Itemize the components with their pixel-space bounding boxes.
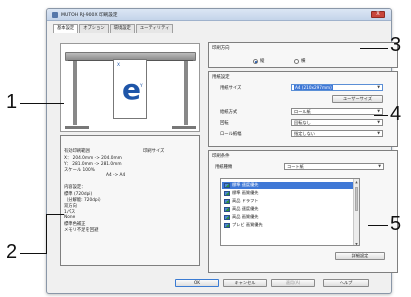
- callout-number-5: 5: [390, 213, 402, 235]
- callout-leader-3: [360, 48, 388, 49]
- help-button[interactable]: ヘルプ: [323, 279, 369, 287]
- callout-leader-2-top: [46, 214, 64, 215]
- chevron-down-icon: ▼: [377, 109, 380, 113]
- media-type-label: 用紙種類: [215, 165, 233, 170]
- list-item[interactable]: 高品 速度優先: [222, 206, 354, 213]
- printer-settings-window: MUTOH RJ-900X 印刷設定 X 基本設定 オプション 環境設定 ユーテ…: [46, 8, 398, 294]
- scroll-up-icon[interactable]: ▲: [354, 179, 359, 185]
- list-item[interactable]: 標準 速度優先: [222, 182, 354, 189]
- tab-utility[interactable]: ユーティリティ: [135, 24, 174, 33]
- scroll-down-icon[interactable]: ▼: [354, 241, 359, 245]
- print-preview: e X Y: [60, 43, 200, 132]
- portrait-label: 縦: [260, 59, 265, 64]
- print-size-heading: 印刷サイズ: [143, 149, 165, 154]
- user-size-button[interactable]: ユーザーサイズ: [332, 95, 383, 103]
- info-line: メモリ不足を回避: [64, 228, 99, 233]
- list-item[interactable]: 高品 ドラフト: [222, 198, 354, 205]
- callout-number-3: 3: [390, 34, 402, 56]
- print-mode-icon: [224, 215, 230, 220]
- print-mode-icon: [224, 191, 230, 196]
- list-scrollbar[interactable]: ▲ ▼: [353, 179, 359, 245]
- landscape-radio[interactable]: [294, 59, 299, 64]
- tab-strip: 基本設定 オプション 環境設定 ユーティリティ: [53, 24, 174, 33]
- details-button[interactable]: 詳細設定: [335, 252, 385, 260]
- roll-width-select[interactable]: 指定しない ▼: [291, 130, 383, 137]
- print-mode-icon: [224, 207, 230, 212]
- y-axis-marker: Y: [140, 84, 143, 89]
- tab-options[interactable]: オプション: [79, 24, 109, 33]
- window-title: MUTOH RJ-900X 印刷設定: [61, 13, 118, 18]
- print-info-panel: 有効印刷範囲 印刷サイズ X： 204.0mm -> 204.0mm Y： 28…: [60, 135, 200, 266]
- scale-value: スケール 100%: [64, 168, 95, 173]
- title-bar: MUTOH RJ-900X 印刷設定 X: [47, 9, 391, 21]
- print-conditions-label: 印刷条件: [212, 154, 230, 159]
- orientation-label: 印刷方向: [212, 46, 230, 51]
- x-axis-marker: X: [117, 63, 121, 68]
- paper-settings-label: 用紙設定: [212, 75, 230, 80]
- close-button[interactable]: X: [371, 11, 385, 18]
- content-heading: 内容設定：: [64, 185, 86, 190]
- list-item[interactable]: 標準 画質優先: [222, 190, 354, 197]
- paper-size-label: 用紙サイズ: [220, 86, 242, 91]
- rotation-select[interactable]: 回転なし ▼: [291, 119, 383, 126]
- list-item[interactable]: 高品 画質優先: [222, 214, 354, 221]
- media-type-select[interactable]: コート紙 ▼: [284, 163, 384, 170]
- print-conditions-group: 印刷条件 用紙種類 コート紙 ▼ 標準 速度優先 標準 画質優先 高品 ドラフト…: [208, 150, 398, 273]
- paper-size-select[interactable]: A4 (210x297mm) ▼: [291, 84, 383, 91]
- print-mode-icon: [224, 223, 230, 228]
- feed-method-select[interactable]: ロール紙 ▼: [291, 108, 383, 115]
- rotation-label: 回転: [220, 121, 229, 126]
- callout-leader-2: [20, 253, 46, 254]
- list-item[interactable]: プレビ 画質優先: [222, 222, 354, 229]
- printable-area-heading: 有効印刷範囲: [64, 149, 90, 154]
- chevron-down-icon: ▼: [377, 120, 380, 124]
- chevron-down-icon: ▼: [377, 131, 380, 135]
- print-mode-list[interactable]: 標準 速度優先 標準 画質優先 高品 ドラフト 高品 速度優先 高品 画質優先: [220, 178, 360, 246]
- callout-number-1: 1: [6, 91, 18, 113]
- roll-width-label: ロール紙幅: [220, 132, 242, 137]
- print-mode-icon: [224, 199, 230, 204]
- paper-settings-group: 用紙設定 用紙サイズ A4 (210x297mm) ▼ ユーザーサイズ 給紙方式…: [208, 71, 398, 147]
- tab-environment[interactable]: 環境設定: [109, 24, 135, 33]
- apply-button[interactable]: 適用(A): [271, 279, 315, 287]
- callout-leader-4: [374, 115, 388, 116]
- preview-glyph: e: [122, 73, 141, 106]
- chevron-down-icon: ▼: [378, 164, 381, 168]
- cancel-button[interactable]: キャンセル: [223, 279, 267, 287]
- ok-button[interactable]: OK: [175, 279, 219, 287]
- callout-leader-1: [20, 103, 64, 104]
- callout-number-2: 2: [6, 241, 18, 263]
- portrait-radio[interactable]: [253, 59, 258, 64]
- info-line: None: [64, 215, 76, 220]
- landscape-label: 横: [301, 59, 306, 64]
- paper-preview: e X Y: [113, 59, 147, 119]
- callout-leader-2-vertical: [46, 214, 47, 254]
- chevron-down-icon: ▼: [377, 85, 380, 89]
- tab-basic[interactable]: 基本設定: [53, 24, 79, 33]
- callout-number-4: 4: [390, 103, 402, 125]
- paper-mapping: A4 -> A4: [106, 173, 126, 178]
- printer-icon: [52, 12, 58, 18]
- callout-leader-5: [368, 225, 388, 226]
- orientation-group: 印刷方向 縦 横: [208, 42, 398, 68]
- scroll-thumb[interactable]: [355, 187, 358, 211]
- print-mode-icon: [224, 183, 230, 188]
- feed-method-label: 給紙方式: [220, 110, 238, 115]
